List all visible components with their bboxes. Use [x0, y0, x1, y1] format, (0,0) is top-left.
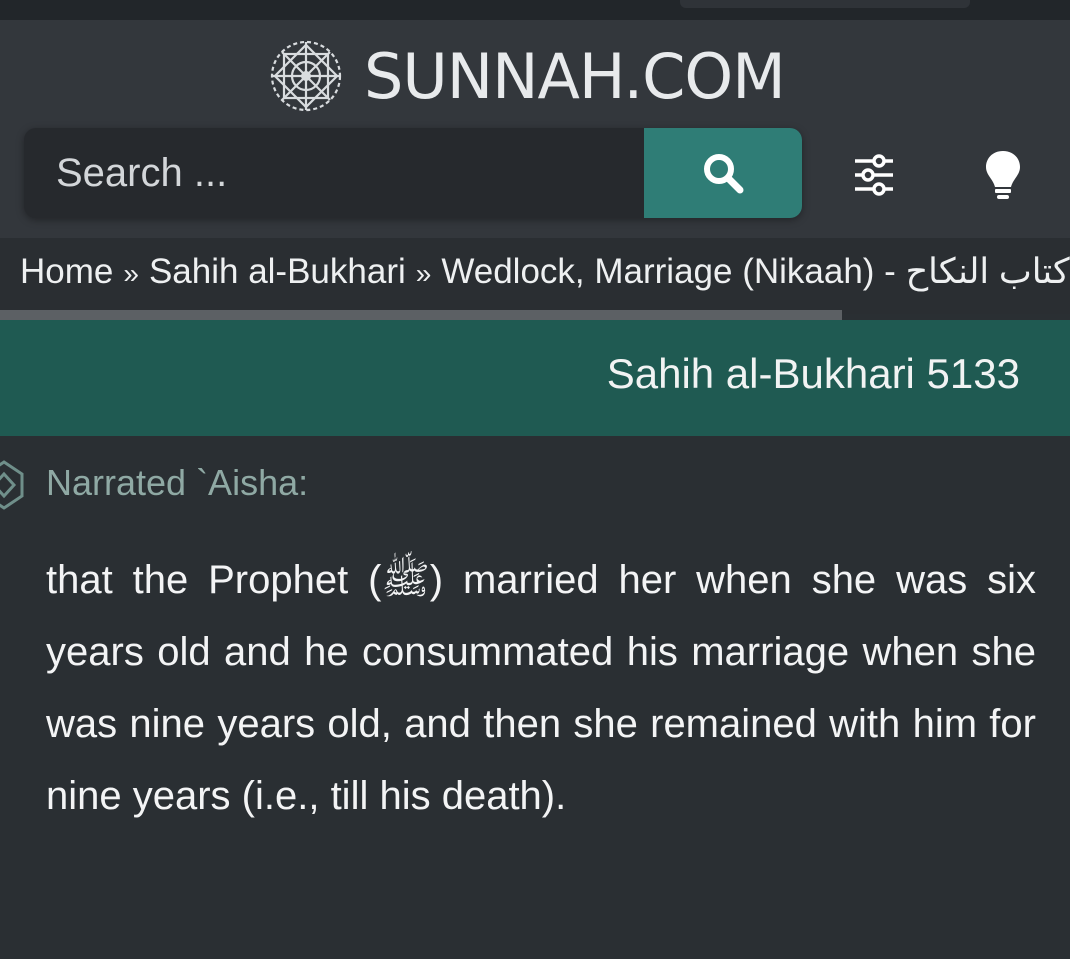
lightbulb-icon	[986, 151, 1020, 199]
browser-top-strip	[0, 0, 1070, 20]
horizontal-scrollbar[interactable]	[0, 310, 842, 320]
hadith-reference[interactable]: Sahih al-Bukhari 5133	[607, 350, 1020, 398]
hadith-reference-bar: Sahih al-Bukhari 5133	[0, 320, 1070, 436]
breadcrumb-collection[interactable]: Sahih al-Bukhari	[149, 252, 406, 291]
sliders-icon	[855, 154, 893, 196]
ornament-bullet-icon	[0, 460, 24, 510]
breadcrumb-home[interactable]: Home	[20, 252, 113, 291]
search-input[interactable]	[24, 128, 644, 218]
search-bar	[24, 128, 802, 218]
breadcrumb-bar: Home » Sahih al-Bukhari » Wedlock, Marriage …	[0, 238, 1070, 314]
breadcrumb-book[interactable]: Wedlock, Marriage (Nikaah) - كتاب النكاح	[441, 252, 1069, 291]
narrator-line: Narrated `Aisha:	[46, 462, 309, 503]
breadcrumb: Home » Sahih al-Bukhari » Wedlock, Marriage …	[20, 252, 1070, 292]
breadcrumb-separator: »	[415, 258, 432, 289]
browser-tab-shadow	[680, 0, 970, 8]
hadith-text: that the Prophet (ﷺ) married her when sh…	[46, 558, 1036, 818]
theme-toggle-button[interactable]	[972, 144, 1034, 206]
ornament-logo-icon	[270, 40, 342, 112]
search-button[interactable]	[644, 128, 802, 218]
site-name: SUNNAH.COM	[364, 39, 786, 113]
site-logo[interactable]: SUNNAH.COM	[268, 36, 786, 116]
search-icon	[704, 154, 744, 194]
breadcrumb-separator: »	[123, 258, 139, 289]
settings-button[interactable]	[846, 148, 902, 202]
hadith-content: Narrated `Aisha: that the Prophet (ﷺ) ma…	[0, 436, 1070, 959]
